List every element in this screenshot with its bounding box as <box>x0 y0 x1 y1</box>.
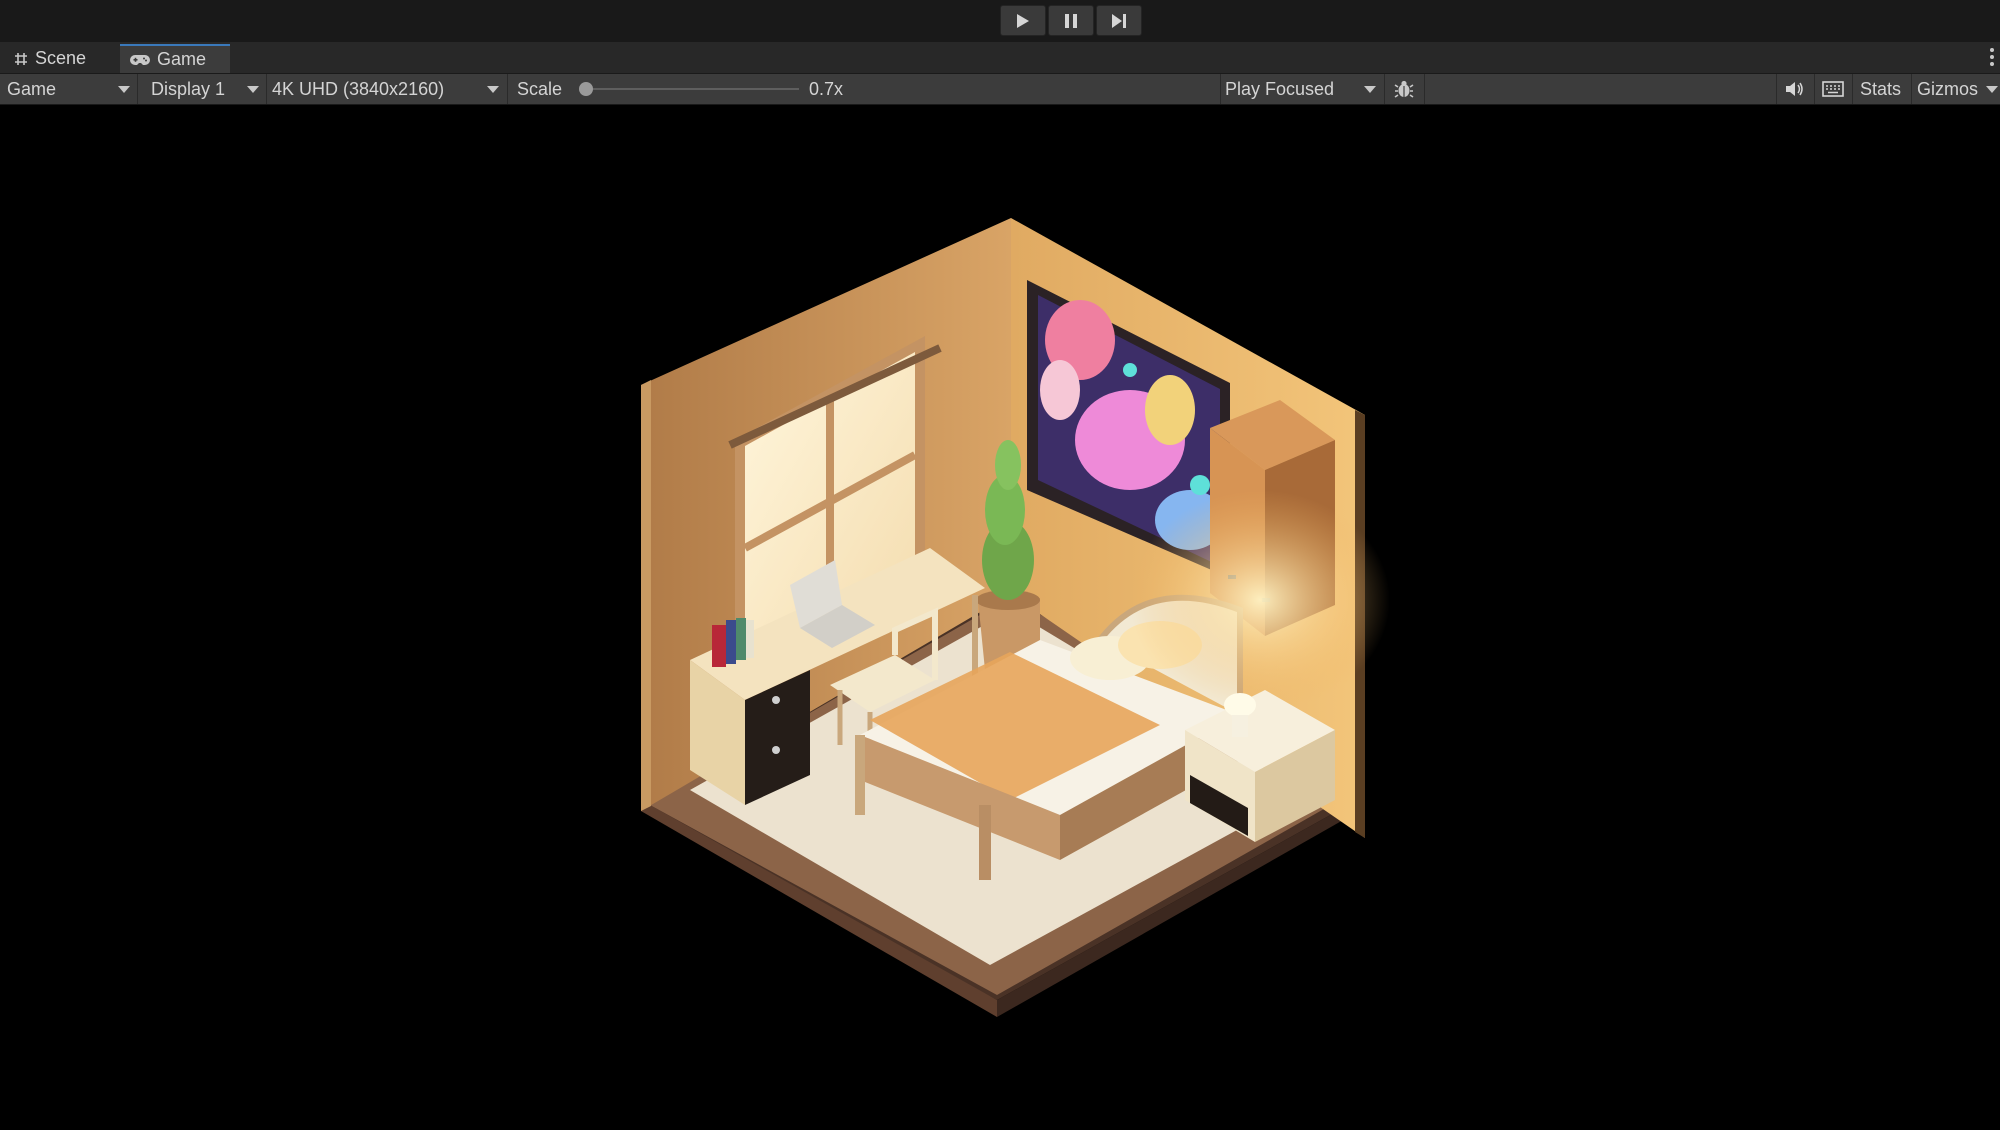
display-dropdown[interactable]: Display 1 <box>144 74 265 104</box>
stats-button[interactable]: Stats <box>1860 74 1901 104</box>
keyboard-icon <box>1822 81 1844 97</box>
tab-game-label: Game <box>157 49 207 69</box>
debug-button[interactable] <box>1386 74 1422 104</box>
game-view-controls: Game Display 1 4K UHD (3840x2160) Scale … <box>0 74 2000 105</box>
chevron-down-icon <box>487 86 499 93</box>
scale-label: Scale <box>517 78 563 99</box>
speaker-icon <box>1786 82 1803 96</box>
step-icon <box>1112 13 1126 28</box>
step-button[interactable] <box>1096 5 1142 36</box>
view-mode-dropdown[interactable]: Game <box>0 74 136 104</box>
grid-hash-icon <box>15 52 27 65</box>
gizmos-dropdown[interactable] <box>1985 74 2000 104</box>
chevron-down-icon <box>1364 86 1376 93</box>
scale-slider-track[interactable] <box>583 88 799 90</box>
play-controls <box>1000 5 1142 37</box>
isometric-bedroom-scene <box>641 218 1390 1017</box>
pause-icon <box>1065 13 1077 28</box>
play-mode-dropdown[interactable]: Play Focused <box>1218 74 1382 104</box>
tab-scene[interactable]: Scene <box>4 44 118 73</box>
chevron-down-icon <box>247 86 259 93</box>
view-tab-strip: Scene Game <box>0 42 2000 74</box>
keyboard-shortcuts-button[interactable] <box>1815 74 1851 104</box>
resolution-dropdown[interactable]: 4K UHD (3840x2160) <box>265 74 505 104</box>
play-mode-value: Play Focused <box>1225 78 1335 99</box>
tab-game[interactable]: Game <box>120 44 230 73</box>
bug-icon <box>1394 80 1414 98</box>
lamp-glow <box>1130 490 1390 710</box>
more-options-icon[interactable] <box>1990 48 1996 69</box>
play-icon <box>1017 13 1029 28</box>
pause-button[interactable] <box>1048 5 1094 36</box>
gizmos-button[interactable]: Gizmos <box>1917 74 1978 104</box>
display-value: Display 1 <box>151 78 226 99</box>
tab-scene-label: Scene <box>35 48 87 68</box>
play-toolbar <box>0 0 2000 42</box>
play-button[interactable] <box>1000 5 1046 36</box>
chevron-down-icon <box>1986 86 1998 93</box>
gamepad-icon <box>130 54 150 65</box>
game-view-viewport[interactable] <box>0 105 2000 1130</box>
resolution-value: 4K UHD (3840x2160) <box>272 78 445 99</box>
view-mode-value: Game <box>7 78 57 99</box>
audio-mute-button[interactable] <box>1777 74 1813 104</box>
lamp <box>1224 693 1256 717</box>
scale-value: 0.7x <box>809 78 844 99</box>
scale-slider-thumb[interactable] <box>579 82 593 96</box>
chevron-down-icon <box>118 86 130 93</box>
